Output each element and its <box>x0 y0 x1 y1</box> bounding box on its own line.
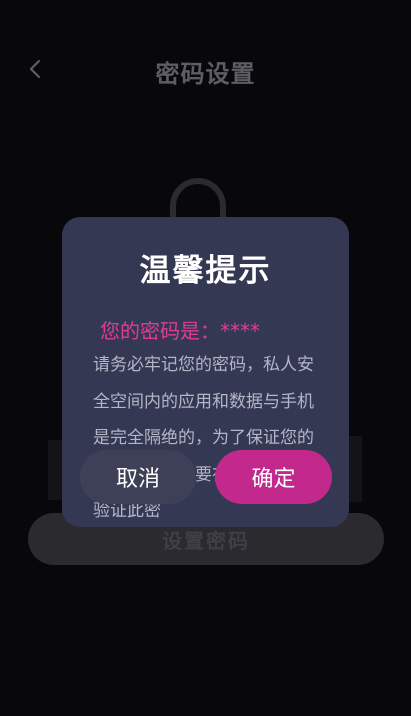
page-title: 密码设置 <box>155 60 256 88</box>
password-display: 您的密码是：**** <box>100 319 260 343</box>
confirm-button[interactable]: 确定 <box>215 450 332 504</box>
cancel-button[interactable]: 取消 <box>80 450 196 504</box>
dialog-title: 温馨提示 <box>139 253 272 289</box>
password-settings-screen: 密码设置 设置密码 温馨提示 您的密码是：**** 请务必牢记您的密码，私人安全… <box>0 0 411 716</box>
